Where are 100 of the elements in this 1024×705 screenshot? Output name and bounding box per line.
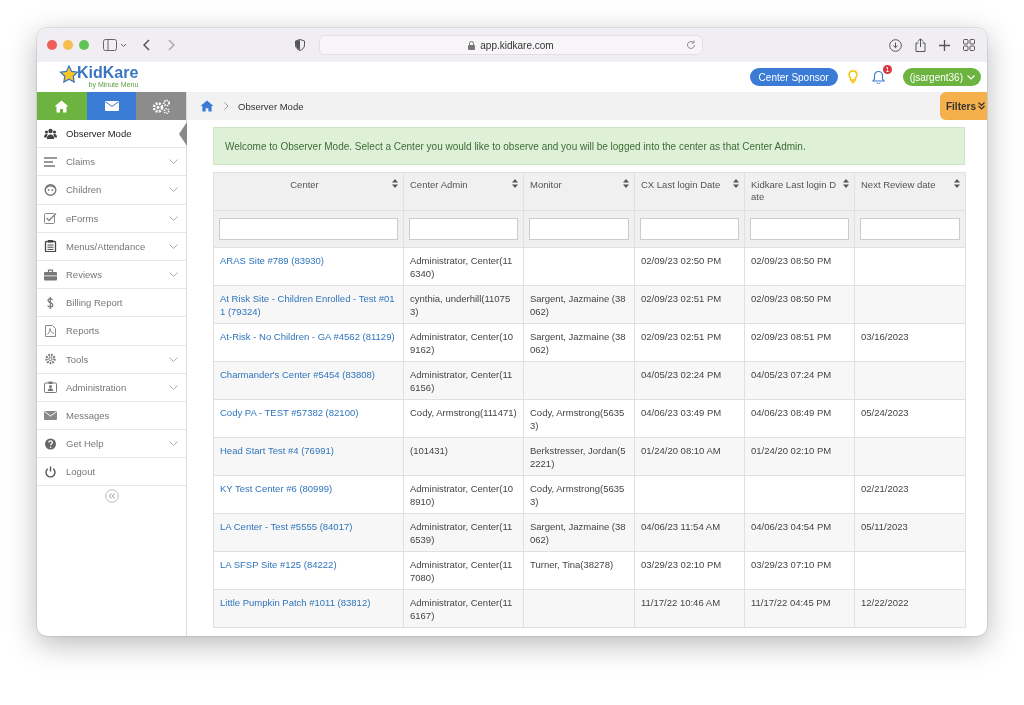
table-cell: 02/09/23 02:50 PM bbox=[641, 255, 722, 266]
table-cell: (101431) bbox=[410, 445, 449, 456]
shield-icon[interactable] bbox=[295, 39, 305, 51]
home-tab[interactable] bbox=[37, 92, 87, 120]
filter-input[interactable] bbox=[529, 218, 629, 240]
column-header[interactable]: Next Review date bbox=[854, 172, 966, 211]
table-cell: Administrator, Center(116340) bbox=[410, 255, 513, 279]
minimize-icon[interactable] bbox=[63, 40, 73, 50]
table-cell: 05/11/2023 bbox=[861, 521, 908, 532]
table-cell: 05/24/2023 bbox=[861, 407, 909, 418]
sort-icon bbox=[623, 179, 629, 188]
table-cell: Sargent, Jazmaine (38062) bbox=[530, 293, 626, 317]
filter-input[interactable] bbox=[640, 218, 739, 240]
sidebar-item[interactable]: eForms bbox=[37, 204, 186, 233]
sidebar-item[interactable]: Reviews bbox=[37, 260, 186, 290]
new-tab-icon[interactable] bbox=[939, 39, 950, 51]
sidebar-item[interactable]: Children bbox=[37, 176, 186, 205]
sidebar-item[interactable]: Tools bbox=[37, 345, 186, 374]
notification-badge: 1 bbox=[883, 65, 892, 74]
back-icon[interactable] bbox=[143, 39, 151, 51]
column-header[interactable]: Center Admin bbox=[403, 172, 524, 211]
table-cell: Administrator, Center(116539) bbox=[410, 521, 513, 545]
table-cell: Sargent, Jazmaine (38062) bbox=[530, 331, 626, 355]
lock-icon bbox=[468, 40, 476, 50]
sidebar-item[interactable]: Menus/Attendance bbox=[37, 232, 186, 261]
face-icon bbox=[44, 183, 57, 196]
address-bar[interactable]: app.kidkare.com bbox=[319, 35, 703, 55]
sidebar-item[interactable]: Administration bbox=[37, 373, 186, 402]
sidebar-item[interactable]: Claims bbox=[37, 148, 186, 177]
document-icon bbox=[44, 324, 57, 337]
table-cell: Cody, Armstrong(56353) bbox=[530, 407, 625, 431]
table-cell: Administrator, Center(109162) bbox=[410, 331, 513, 355]
selection-pointer-icon bbox=[179, 122, 187, 146]
collapse-icon[interactable] bbox=[104, 489, 119, 504]
power-icon bbox=[44, 465, 57, 478]
table-cell: 04/05/23 02:24 PM bbox=[641, 369, 722, 380]
forward-icon[interactable] bbox=[167, 39, 175, 51]
filters-button[interactable]: Filters bbox=[940, 92, 987, 120]
sort-icon bbox=[954, 179, 960, 188]
sidebar-item[interactable]: Get Help bbox=[37, 430, 186, 459]
filter-input[interactable] bbox=[219, 218, 398, 240]
chevron-down-icon bbox=[967, 74, 975, 80]
share-icon[interactable] bbox=[915, 38, 926, 52]
table-cell: 03/29/23 07:10 PM bbox=[751, 559, 832, 570]
table-cell: Cody, Armstrong(111471) bbox=[410, 407, 517, 418]
sidebar-item[interactable]: Messages bbox=[37, 401, 186, 431]
table-cell: Administrator, Center(116156) bbox=[410, 369, 513, 393]
briefcase-icon bbox=[44, 268, 57, 281]
center-sponsor-button[interactable]: Center Sponsor bbox=[749, 68, 838, 86]
column-header[interactable]: Monitor bbox=[523, 172, 635, 211]
gear-icon bbox=[44, 353, 57, 366]
column-header[interactable]: Center bbox=[213, 172, 404, 211]
user-menu-button[interactable]: (jsargent36) bbox=[902, 68, 981, 86]
table-cell: 04/06/23 03:49 PM bbox=[641, 407, 722, 418]
people-icon bbox=[44, 127, 57, 140]
envelope-icon bbox=[104, 101, 119, 111]
filter-input[interactable] bbox=[860, 218, 960, 240]
star-logo-icon bbox=[59, 65, 79, 83]
reload-icon[interactable] bbox=[686, 40, 696, 50]
table-cell: 02/09/23 02:51 PM bbox=[641, 293, 722, 304]
table-cell: Administrator, Center(117080) bbox=[410, 559, 513, 583]
table-cell: 04/05/23 07:24 PM bbox=[751, 369, 832, 380]
sidebar-toggle-icon[interactable] bbox=[103, 39, 127, 51]
checkbox-icon bbox=[44, 212, 57, 225]
bell-icon[interactable] bbox=[871, 70, 885, 84]
breadcrumb-current: Observer Mode bbox=[238, 100, 304, 112]
table-cell: 11/17/22 04:45 PM bbox=[751, 597, 831, 608]
table-cell: 02/09/23 08:50 PM bbox=[751, 293, 832, 304]
close-icon[interactable] bbox=[47, 40, 57, 50]
table-cell: Administrator, Center(108910) bbox=[410, 483, 513, 507]
table-cell: Turner, Tina(38278) bbox=[530, 559, 614, 570]
sort-icon bbox=[512, 179, 518, 188]
table-cell: 12/22/2022 bbox=[861, 597, 909, 608]
messages-tab[interactable] bbox=[86, 92, 137, 120]
column-header[interactable]: CX Last login Date bbox=[634, 172, 745, 211]
table-cell: 04/06/23 04:54 PM bbox=[751, 521, 832, 532]
table-cell: 02/09/23 08:51 PM bbox=[751, 331, 832, 342]
sidebar-item[interactable]: Billing Report bbox=[37, 289, 186, 318]
tab-overview-icon[interactable] bbox=[963, 39, 975, 51]
double-chevron-icon bbox=[978, 102, 985, 110]
home-icon[interactable] bbox=[200, 100, 214, 112]
clipboard-icon bbox=[44, 240, 57, 253]
sidebar-item[interactable]: Reports bbox=[37, 317, 186, 346]
table-cell: 01/24/20 02:10 PM bbox=[751, 445, 832, 456]
settings-tab[interactable] bbox=[136, 92, 186, 120]
table-cell: 11/17/22 10:46 AM bbox=[641, 597, 721, 608]
envelope-icon bbox=[44, 409, 57, 422]
table-cell: Administrator, Center(116167) bbox=[410, 597, 513, 621]
column-header[interactable]: Kidkare Last login Date bbox=[744, 172, 855, 211]
filter-input[interactable] bbox=[750, 218, 849, 240]
table-cell: cynthia, underhill(110753) bbox=[410, 293, 511, 317]
sidebar-item[interactable]: Logout bbox=[37, 458, 186, 487]
lightbulb-icon[interactable] bbox=[847, 70, 858, 84]
info-alert: Welcome to Observer Mode. Select a Center you would like to observe and you will be logged into the center as that Center Admin. bbox=[213, 127, 965, 165]
home-icon bbox=[54, 99, 70, 113]
maximize-icon[interactable] bbox=[79, 40, 89, 50]
download-icon[interactable] bbox=[889, 38, 902, 52]
table-cell: 01/24/20 08:10 AM bbox=[641, 445, 721, 456]
sidebar-item[interactable]: Observer Mode bbox=[37, 120, 186, 149]
filter-input[interactable] bbox=[409, 218, 518, 240]
